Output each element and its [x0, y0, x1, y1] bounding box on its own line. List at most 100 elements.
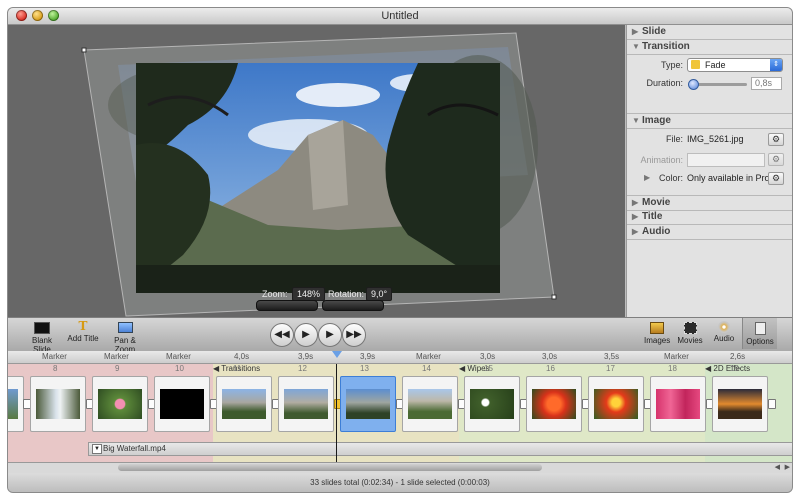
pan-zoom-icon [117, 322, 133, 333]
slide-thumbnail-image [222, 389, 266, 419]
slide-thumbnail-image [408, 389, 452, 419]
slide-number: 10 [175, 364, 184, 373]
duration-slider-knob[interactable] [687, 79, 699, 90]
slide-number: 19 [730, 364, 739, 373]
color-label: Color: [658, 173, 683, 183]
slide-timeline[interactable]: ◀ Transitions ◀ Wipes ◀ 2D Effects 8 9 1… [8, 364, 792, 462]
scroll-left-icon[interactable]: ◀ [775, 463, 780, 471]
audio-disclosure-icon[interactable]: ▼ [92, 444, 102, 454]
slide-number: 18 [668, 364, 677, 373]
slide-canvas[interactable]: Zoom: 148% Rotation: 9,0° [8, 25, 625, 317]
color-value: Only available in Pro [687, 173, 770, 183]
pan-zoom-button[interactable]: Pan & Zoom [104, 320, 146, 354]
fade-icon [691, 60, 700, 69]
playhead-marker[interactable] [332, 351, 342, 358]
images-button[interactable]: Images [644, 320, 670, 345]
disclosure-down-icon: ▼ [632, 116, 640, 125]
timeline-ruler[interactable]: Marker Marker Marker 4,0s 3,9s 3,9s Mark… [8, 351, 792, 364]
slide-thumbnail[interactable] [712, 376, 768, 432]
play-icon: ▶ [326, 329, 334, 340]
audio-clip-name: Big Waterfall.mp4 [103, 444, 166, 453]
transition-section-header[interactable]: ▼ Transition [627, 40, 792, 55]
color-gear-icon[interactable]: ⚙ [768, 172, 784, 185]
corner-handle[interactable] [551, 294, 557, 300]
audio-button[interactable]: Audio [712, 320, 736, 343]
file-gear-icon[interactable]: ⚙ [768, 133, 784, 146]
rotation-value: 9,0° [366, 287, 393, 301]
add-title-button[interactable]: T Add Title [66, 319, 100, 344]
duration-field[interactable]: 0,8s [751, 77, 782, 90]
slide-thumbnail[interactable] [216, 376, 272, 432]
options-button[interactable]: Options [742, 318, 777, 349]
play-slide-button[interactable]: ▶ [294, 323, 318, 347]
zoom-label: Zoom: [262, 289, 288, 299]
title-section-header[interactable]: ▶ Title [627, 210, 792, 225]
transition-type-popup[interactable]: Fade ⇕ [687, 58, 783, 72]
animation-label: Animation: [640, 155, 683, 165]
ruler-label: Marker [166, 352, 191, 361]
image-section-header[interactable]: ▼ Image [627, 113, 792, 129]
slide-photo [136, 63, 500, 293]
audio-cd-icon [718, 321, 730, 333]
slide-thumbnail[interactable] [30, 376, 86, 432]
animation-field[interactable] [687, 153, 765, 167]
slide-thumbnail-image [470, 389, 514, 419]
ruler-label: Marker [104, 352, 129, 361]
slide-thumbnail-selected[interactable] [340, 376, 396, 432]
slide-section-header[interactable]: ▶ Slide [627, 25, 792, 40]
file-label: File: [665, 134, 683, 144]
slide-thumbnail[interactable] [402, 376, 458, 432]
fast-forward-button[interactable]: ▶▶ [342, 323, 366, 347]
transition-connector[interactable] [768, 399, 776, 409]
title-bar: Untitled [8, 8, 792, 25]
movie-section-header[interactable]: ▶ Movie [627, 195, 792, 211]
audio-section-header[interactable]: ▶ Audio [627, 225, 792, 240]
slide-thumbnail[interactable] [526, 376, 582, 432]
disclosure-right-icon: ▶ [632, 198, 639, 207]
rotation-label: Rotation: [328, 289, 365, 299]
slide-thumbnail[interactable] [464, 376, 520, 432]
rewind-button[interactable]: ◀◀ [270, 323, 294, 347]
slide-number: 9 [115, 364, 120, 373]
audio-clip[interactable]: ▼ Big Waterfall.mp4 [88, 442, 792, 456]
popup-arrows-icon: ⇕ [770, 59, 782, 71]
disclosure-right-icon: ▶ [632, 27, 639, 36]
slide-number: 17 [606, 364, 615, 373]
fast-forward-icon: ▶▶ [346, 329, 362, 340]
inspector-panel: ▶ Slide ▼ Transition Type: Fade ⇕ Durati… [626, 25, 792, 317]
slide-thumbnail[interactable] [92, 376, 148, 432]
duration-label: Duration: [646, 78, 683, 88]
zoom-slider[interactable] [256, 300, 318, 311]
slide-preview [81, 32, 557, 317]
blank-slide-icon [34, 322, 50, 334]
slide-thumbnail[interactable] [8, 376, 24, 432]
images-icon [650, 322, 664, 334]
rewind-icon: ◀◀ [274, 329, 290, 340]
slide-number: 14 [422, 364, 431, 373]
slide-thumbnail[interactable] [154, 376, 210, 432]
play-icon: ▶ [302, 329, 310, 340]
rotation-slider[interactable] [322, 300, 384, 311]
title-t-icon: T [78, 319, 88, 333]
movies-button[interactable]: Movies [676, 320, 704, 345]
animation-gear-icon[interactable]: ⚙ [768, 153, 784, 166]
slide-number: 8 [53, 364, 58, 373]
slide-thumbnail-image [532, 389, 576, 419]
slide-thumbnail[interactable] [588, 376, 644, 432]
options-icon [754, 322, 766, 335]
corner-handle[interactable] [81, 47, 87, 53]
ruler-label: 3,0s [480, 352, 496, 361]
ruler-label: 3,5s [604, 352, 620, 361]
disclosure-down-icon: ▼ [632, 42, 640, 51]
ruler-label: Marker [664, 352, 689, 361]
scroll-right-icon[interactable]: ▶ [785, 463, 790, 471]
timeline-scrollbar-thumb[interactable] [118, 464, 542, 471]
play-all-button[interactable]: ▶ [318, 323, 342, 347]
timeline-scrollbar[interactable]: ◀ ▶ [8, 462, 792, 473]
blank-slide-button[interactable]: Blank Slide [24, 320, 60, 354]
film-icon [683, 322, 697, 334]
slide-thumbnail[interactable] [278, 376, 334, 432]
slide-thumbnail-image [284, 389, 328, 419]
slide-thumbnail[interactable] [650, 376, 706, 432]
app-window: Untitled Zoom: 148% Rotation: 9,0° ▶ Sli… [8, 8, 792, 492]
